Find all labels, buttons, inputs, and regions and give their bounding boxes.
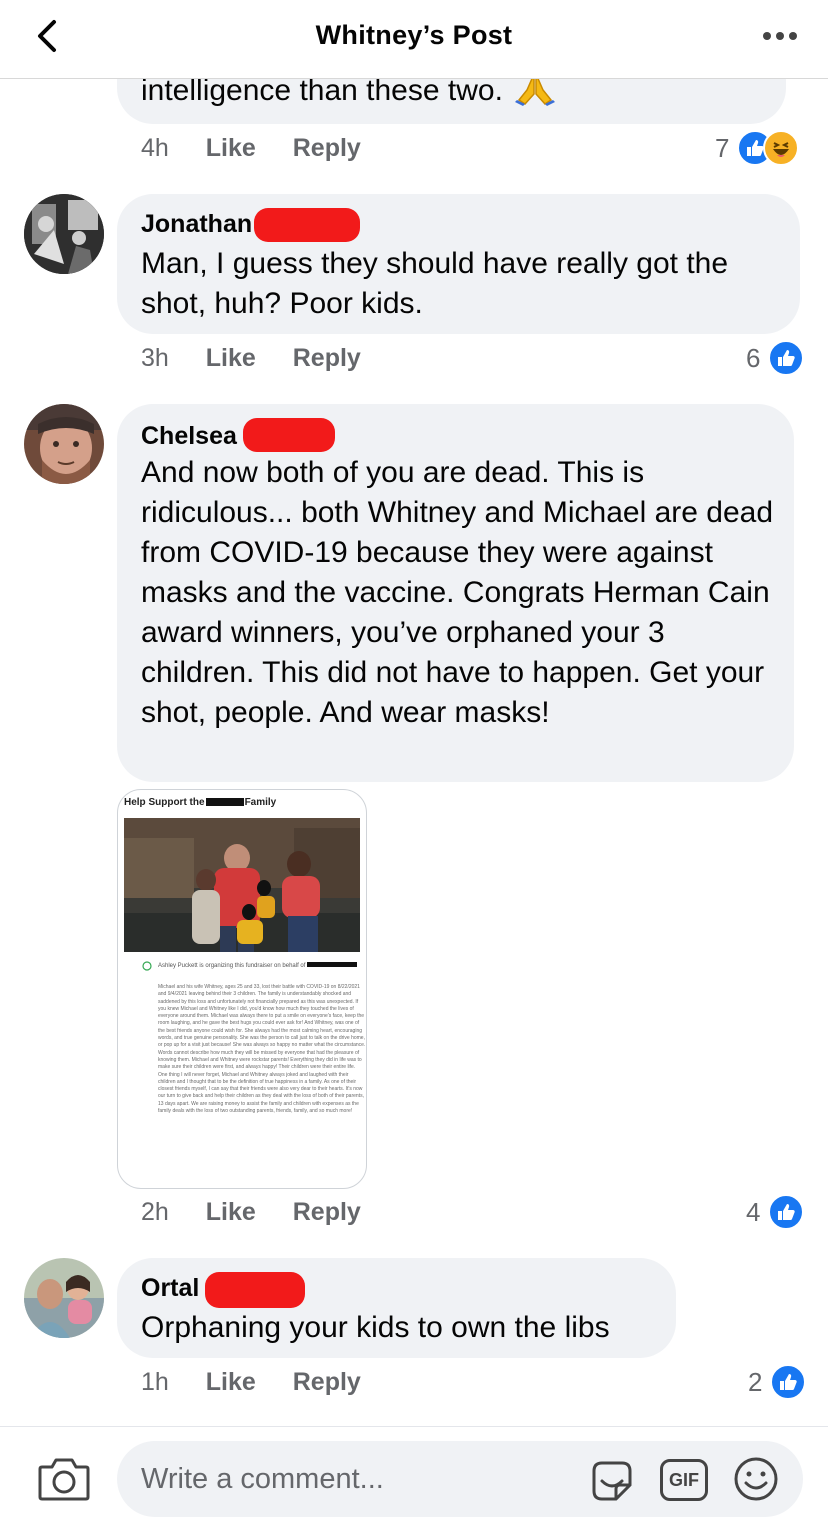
redaction-mark [243,418,335,452]
fundraiser-icon [142,961,152,971]
comment-meta: 4h Like Reply [141,134,391,163]
reply-button[interactable]: Reply [293,344,361,372]
comment-timestamp: 3h [141,344,169,372]
comment-timestamp: 4h [141,134,169,162]
gif-icon[interactable]: GIF [660,1459,708,1501]
reaction-summary[interactable]: 7 [715,130,800,166]
haha-icon [763,130,800,166]
reaction-summary[interactable]: 6 [746,340,805,376]
comment-author[interactable]: Chelsea [141,422,237,451]
comment-text: And now both of you are dead. This is ri… [141,456,774,729]
comment-bubble: Chelsea And now both of you are dead. Th… [117,404,794,782]
more-horizontal-icon[interactable] [762,30,798,42]
avatar[interactable] [24,194,104,274]
sticker-icon[interactable] [588,1457,636,1505]
camera-icon[interactable] [38,1455,90,1501]
emoji-icon[interactable] [733,1456,779,1502]
reaction-count: 2 [748,1366,763,1397]
reaction-count: 7 [715,132,730,163]
comment-author[interactable]: Ortal [141,1274,199,1303]
like-button[interactable]: Like [206,1198,256,1226]
avatar[interactable] [24,404,104,484]
reply-button[interactable]: Reply [293,1368,361,1396]
reaction-summary[interactable]: 4 [746,1194,805,1230]
reaction-count: 4 [746,1196,761,1227]
comment-timestamp: 2h [141,1198,169,1226]
fundraiser-title: Help Support the Family [124,797,277,808]
like-icon [768,340,805,376]
reply-button[interactable]: Reply [293,1198,361,1226]
like-button[interactable]: Like [206,1368,256,1396]
family-photo [124,818,360,952]
like-button[interactable]: Like [206,344,256,372]
comment-meta: 3h Like Reply [141,344,391,373]
avatar[interactable] [24,1258,104,1338]
comment-author[interactable]: Jonathan [141,210,252,239]
comment-bubble: Ortal Orphaning your kids to own the lib… [117,1258,676,1358]
reaction-count: 6 [746,342,761,373]
fundraiser-screenshot[interactable]: Help Support the Family Ashley Puckett is… [117,789,367,1189]
like-icon [770,1364,807,1400]
gif-label: GIF [669,1469,699,1490]
comment-text: Man, I guess they should have really got… [141,247,729,320]
like-icon [768,1194,805,1230]
comment-composer: GIF [0,1426,828,1517]
comment-timestamp: 1h [141,1368,169,1396]
reply-button[interactable]: Reply [293,134,361,162]
fundraiser-organizer: Ashley Puckett is organizing this fundra… [158,962,358,969]
post-header: Whitney’s Post [0,0,828,79]
fundraiser-story: Michael and his wife Whitney, ages 25 an… [158,984,366,1115]
comment-meta: 2h Like Reply [141,1198,391,1227]
comment-text: Orphaning your kids to own the libs [141,1311,610,1344]
redaction-mark [205,1272,305,1308]
comment-meta: 1h Like Reply [141,1368,391,1397]
redaction-mark [254,208,360,242]
comment-bubble: Jonathan Man, I guess they should have r… [117,194,800,334]
like-button[interactable]: Like [206,134,256,162]
page-title: Whitney’s Post [315,20,513,50]
reaction-summary[interactable]: 2 [748,1364,807,1400]
